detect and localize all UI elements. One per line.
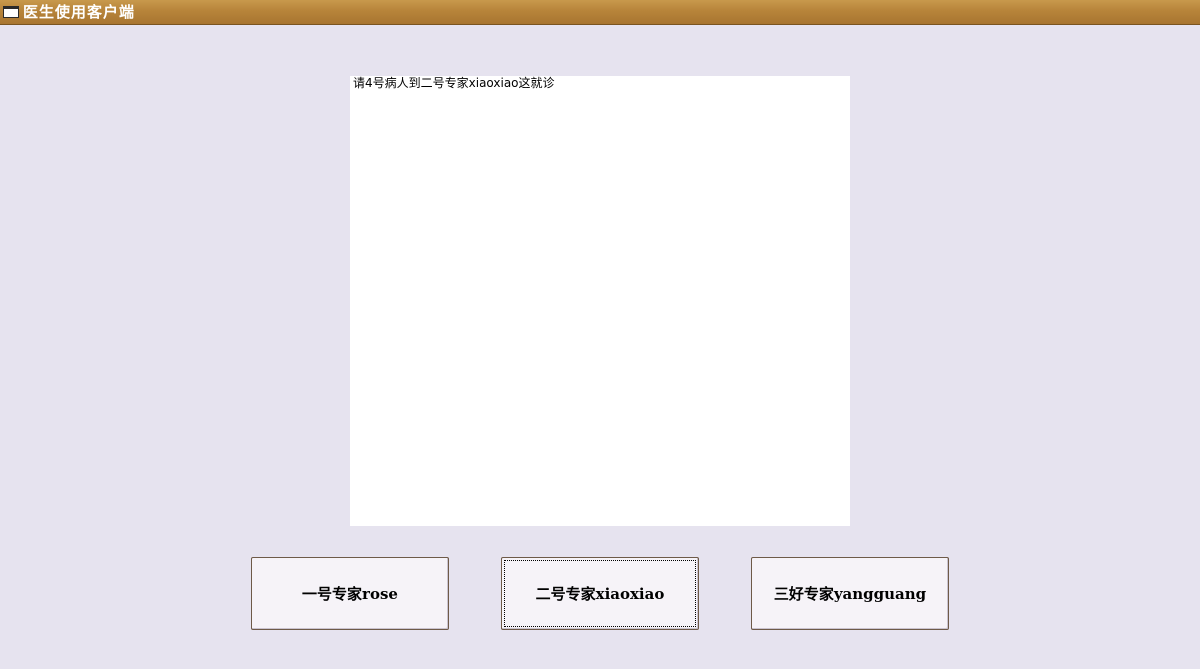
window-icon bbox=[3, 6, 19, 18]
expert-3-button[interactable]: 三好专家yangguang bbox=[751, 557, 949, 630]
expert-1-button[interactable]: 一号专家rose bbox=[251, 557, 449, 630]
title-bar[interactable]: 医生使用客户端 bbox=[0, 0, 1200, 25]
app-window: 医生使用客户端 请4号病人到二号专家xiaoxiao这就诊 一号专家rose 二… bbox=[0, 0, 1200, 669]
expert-2-button[interactable]: 二号专家xiaoxiao bbox=[501, 557, 699, 630]
message-text-area[interactable]: 请4号病人到二号专家xiaoxiao这就诊 bbox=[350, 76, 850, 526]
window-title: 医生使用客户端 bbox=[23, 2, 136, 21]
